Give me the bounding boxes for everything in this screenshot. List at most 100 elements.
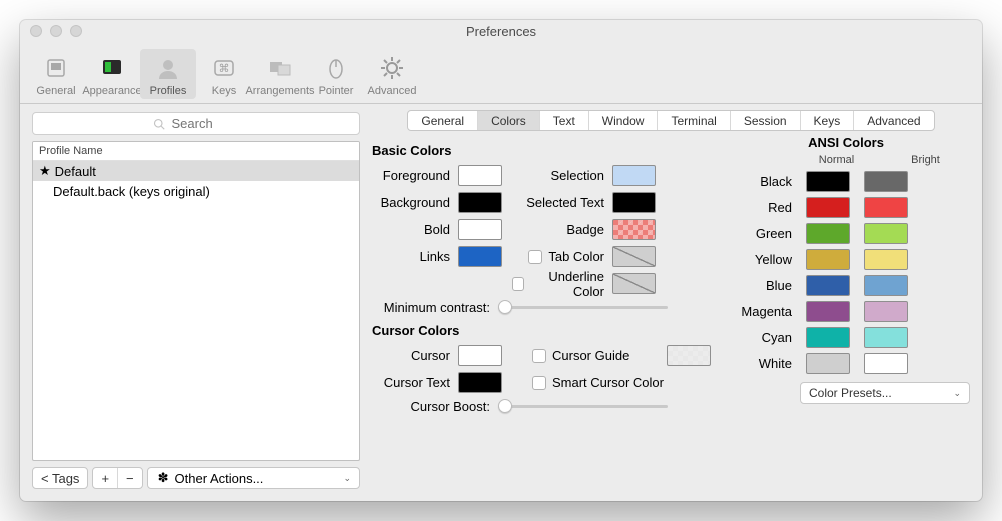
toolbar-label: Keys (212, 85, 236, 97)
other-actions-dropdown[interactable]: ✽ Other Actions... ⌄ (147, 467, 360, 489)
ansi-bright-swatch[interactable] (864, 301, 908, 322)
cursor-boost-label: Cursor Boost: (382, 399, 498, 414)
color-row: Cursor (372, 342, 502, 369)
color-swatch[interactable] (458, 219, 502, 240)
profile-row[interactable]: ★Default (33, 161, 359, 181)
tab-colors[interactable]: Colors (478, 111, 540, 130)
toolbar-label: Arrangements (245, 85, 314, 97)
ansi-normal-swatch[interactable] (806, 301, 850, 322)
ansi-bright-swatch[interactable] (864, 327, 908, 348)
checkbox[interactable] (532, 349, 546, 363)
ansi-row: Magenta (722, 298, 970, 324)
ansi-color-name: Cyan (722, 330, 792, 345)
other-actions-label: Other Actions... (175, 471, 264, 486)
chevron-down-icon: ⌄ (953, 388, 961, 399)
toolbar-general[interactable]: General (28, 49, 84, 99)
toolbar-appearance[interactable]: Appearance (84, 49, 140, 99)
color-swatch[interactable] (612, 219, 656, 240)
tab-advanced[interactable]: Advanced (854, 111, 933, 130)
tags-button[interactable]: < Tags (33, 468, 87, 488)
ansi-row: Black (722, 168, 970, 194)
color-swatch[interactable] (612, 273, 656, 294)
toolbar-label: Appearance (82, 85, 141, 97)
color-presets-dropdown[interactable]: Color Presets... ⌄ (800, 382, 970, 404)
ansi-row: Yellow (722, 246, 970, 272)
ansi-color-name: Black (722, 174, 792, 189)
toolbar-arrangements[interactable]: Arrangements (252, 49, 308, 99)
color-swatch[interactable] (458, 372, 502, 393)
add-profile-button[interactable]: + (93, 468, 118, 488)
profile-footer: < Tags + − ✽ Other Actions... ⌄ (32, 467, 360, 489)
row-label: Underline Color (530, 269, 604, 299)
toolbar-keys[interactable]: ⌘Keys (196, 49, 252, 99)
tab-keys[interactable]: Keys (801, 111, 855, 130)
checkbox[interactable] (512, 277, 524, 291)
tab-session[interactable]: Session (731, 111, 801, 130)
row-label: Tab Color (548, 249, 604, 264)
ansi-bright-swatch[interactable] (864, 275, 908, 296)
gear-icon: ✽ (158, 470, 169, 486)
preferences-window: Preferences GeneralAppearanceProfiles⌘Ke… (20, 20, 982, 501)
color-swatch[interactable] (458, 246, 502, 267)
tab-text[interactable]: Text (540, 111, 589, 130)
ansi-normal-swatch[interactable] (806, 197, 850, 218)
general-icon (41, 53, 71, 83)
toolbar-profiles[interactable]: Profiles (140, 49, 196, 99)
ansi-row: Blue (722, 272, 970, 298)
main-toolbar: GeneralAppearanceProfiles⌘KeysArrangemen… (20, 42, 982, 104)
ansi-bright-swatch[interactable] (864, 197, 908, 218)
ansi-normal-swatch[interactable] (806, 223, 850, 244)
toolbar-pointer[interactable]: Pointer (308, 49, 364, 99)
ansi-normal-header: Normal (792, 154, 881, 166)
ansi-bright-swatch[interactable] (864, 223, 908, 244)
color-row: Cursor Guide (512, 342, 711, 369)
ansi-color-name: Blue (722, 278, 792, 293)
row-label: Bold (372, 222, 458, 237)
profile-name: Default (55, 164, 96, 179)
ansi-bright-swatch[interactable] (864, 171, 908, 192)
profile-list: Profile Name ★DefaultDefault.back (keys … (32, 141, 360, 461)
pointer-icon (321, 53, 351, 83)
tab-general[interactable]: General (408, 111, 478, 130)
profile-row[interactable]: Default.back (keys original) (33, 181, 359, 201)
toolbar-advanced[interactable]: Advanced (364, 49, 420, 99)
ansi-color-name: Yellow (722, 252, 792, 267)
tab-terminal[interactable]: Terminal (658, 111, 730, 130)
ansi-bright-header: Bright (881, 154, 970, 166)
checkbox[interactable] (528, 250, 542, 264)
color-row: Smart Cursor Color (512, 369, 711, 396)
search-input[interactable] (32, 112, 360, 135)
ansi-color-name: Red (722, 200, 792, 215)
color-swatch[interactable] (612, 246, 656, 267)
cursor-boost-slider[interactable] (498, 398, 668, 414)
color-swatch[interactable] (458, 192, 502, 213)
remove-profile-button[interactable]: − (118, 468, 142, 488)
color-swatch[interactable] (612, 192, 656, 213)
profile-name: Default.back (keys original) (53, 184, 210, 199)
ansi-row: Cyan (722, 324, 970, 350)
ansi-bright-swatch[interactable] (864, 353, 908, 374)
color-swatch[interactable] (612, 165, 656, 186)
color-swatch[interactable] (458, 345, 502, 366)
ansi-normal-swatch[interactable] (806, 327, 850, 348)
ansi-color-name: Magenta (722, 304, 792, 319)
row-label: Cursor (372, 348, 458, 363)
search-field[interactable] (170, 115, 240, 132)
tab-window[interactable]: Window (589, 111, 659, 130)
color-row: Selected Text (512, 189, 656, 216)
min-contrast-slider[interactable] (498, 299, 668, 315)
ansi-normal-swatch[interactable] (806, 249, 850, 270)
ansi-normal-swatch[interactable] (806, 353, 850, 374)
ansi-color-name: White (722, 356, 792, 371)
color-row: Badge (512, 216, 656, 243)
ansi-bright-swatch[interactable] (864, 249, 908, 270)
window-title: Preferences (20, 24, 982, 39)
ansi-normal-swatch[interactable] (806, 275, 850, 296)
ansi-color-name: Green (722, 226, 792, 241)
color-swatch[interactable] (458, 165, 502, 186)
ansi-normal-swatch[interactable] (806, 171, 850, 192)
ansi-row: Green (722, 220, 970, 246)
cursor-colors-heading: Cursor Colors (372, 323, 702, 338)
color-row: Foreground (372, 162, 502, 189)
checkbox[interactable] (532, 376, 546, 390)
